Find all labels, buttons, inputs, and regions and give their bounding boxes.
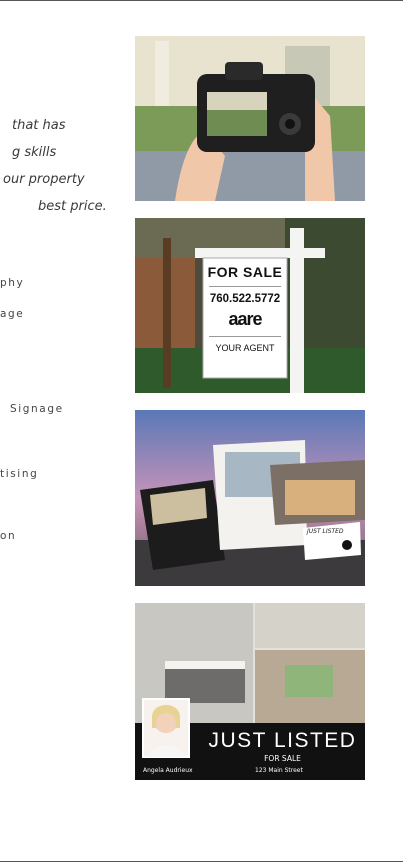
agent-name: Angela Audrieux [143, 767, 193, 774]
bottom-divider [0, 861, 403, 862]
listing-address: 123 Main Street [255, 767, 303, 774]
sign-logo: aare [228, 309, 262, 329]
service-item-signage-pkg: age [0, 308, 25, 320]
listing-headline: JUST LISTED [208, 729, 357, 752]
flyer-card-label: JUST LISTED [307, 528, 344, 535]
sign-divider-2 [209, 336, 281, 337]
service-item-photography: phy [0, 277, 25, 289]
for-sale-sign: FOR SALE 760.522.5772 aare YOUR AGENT [203, 258, 287, 378]
marketing-flyers-photo: JUST LISTED [135, 410, 365, 586]
sign-phone: 760.522.5772 [209, 293, 281, 305]
just-listed-flyer-photo: JUST LISTED FOR SALE Angela Audrieux 123… [135, 603, 365, 780]
listing-subhead: FOR SALE [264, 754, 301, 763]
camera-photo [135, 36, 365, 201]
for-sale-sign-photo: FOR SALE 760.522.5772 aare YOUR AGENT [135, 218, 365, 393]
tagline-line: that has [12, 118, 66, 133]
tagline-line: g skills [12, 145, 57, 160]
tagline-line: our property [3, 172, 85, 187]
flyers-icon [135, 410, 365, 586]
top-divider [0, 0, 403, 1]
service-item-promotion: on [0, 530, 17, 542]
tagline: that has g skills our property best pric… [0, 112, 128, 220]
sign-agent: YOUR AGENT [215, 343, 275, 353]
service-item-advertising: tising [0, 468, 39, 480]
sign-divider [209, 286, 281, 287]
service-item-signage: Signage [10, 403, 64, 415]
tagline-line: best price. [38, 199, 107, 214]
camera-icon [135, 36, 365, 201]
sign-heading: FOR SALE [207, 264, 283, 280]
